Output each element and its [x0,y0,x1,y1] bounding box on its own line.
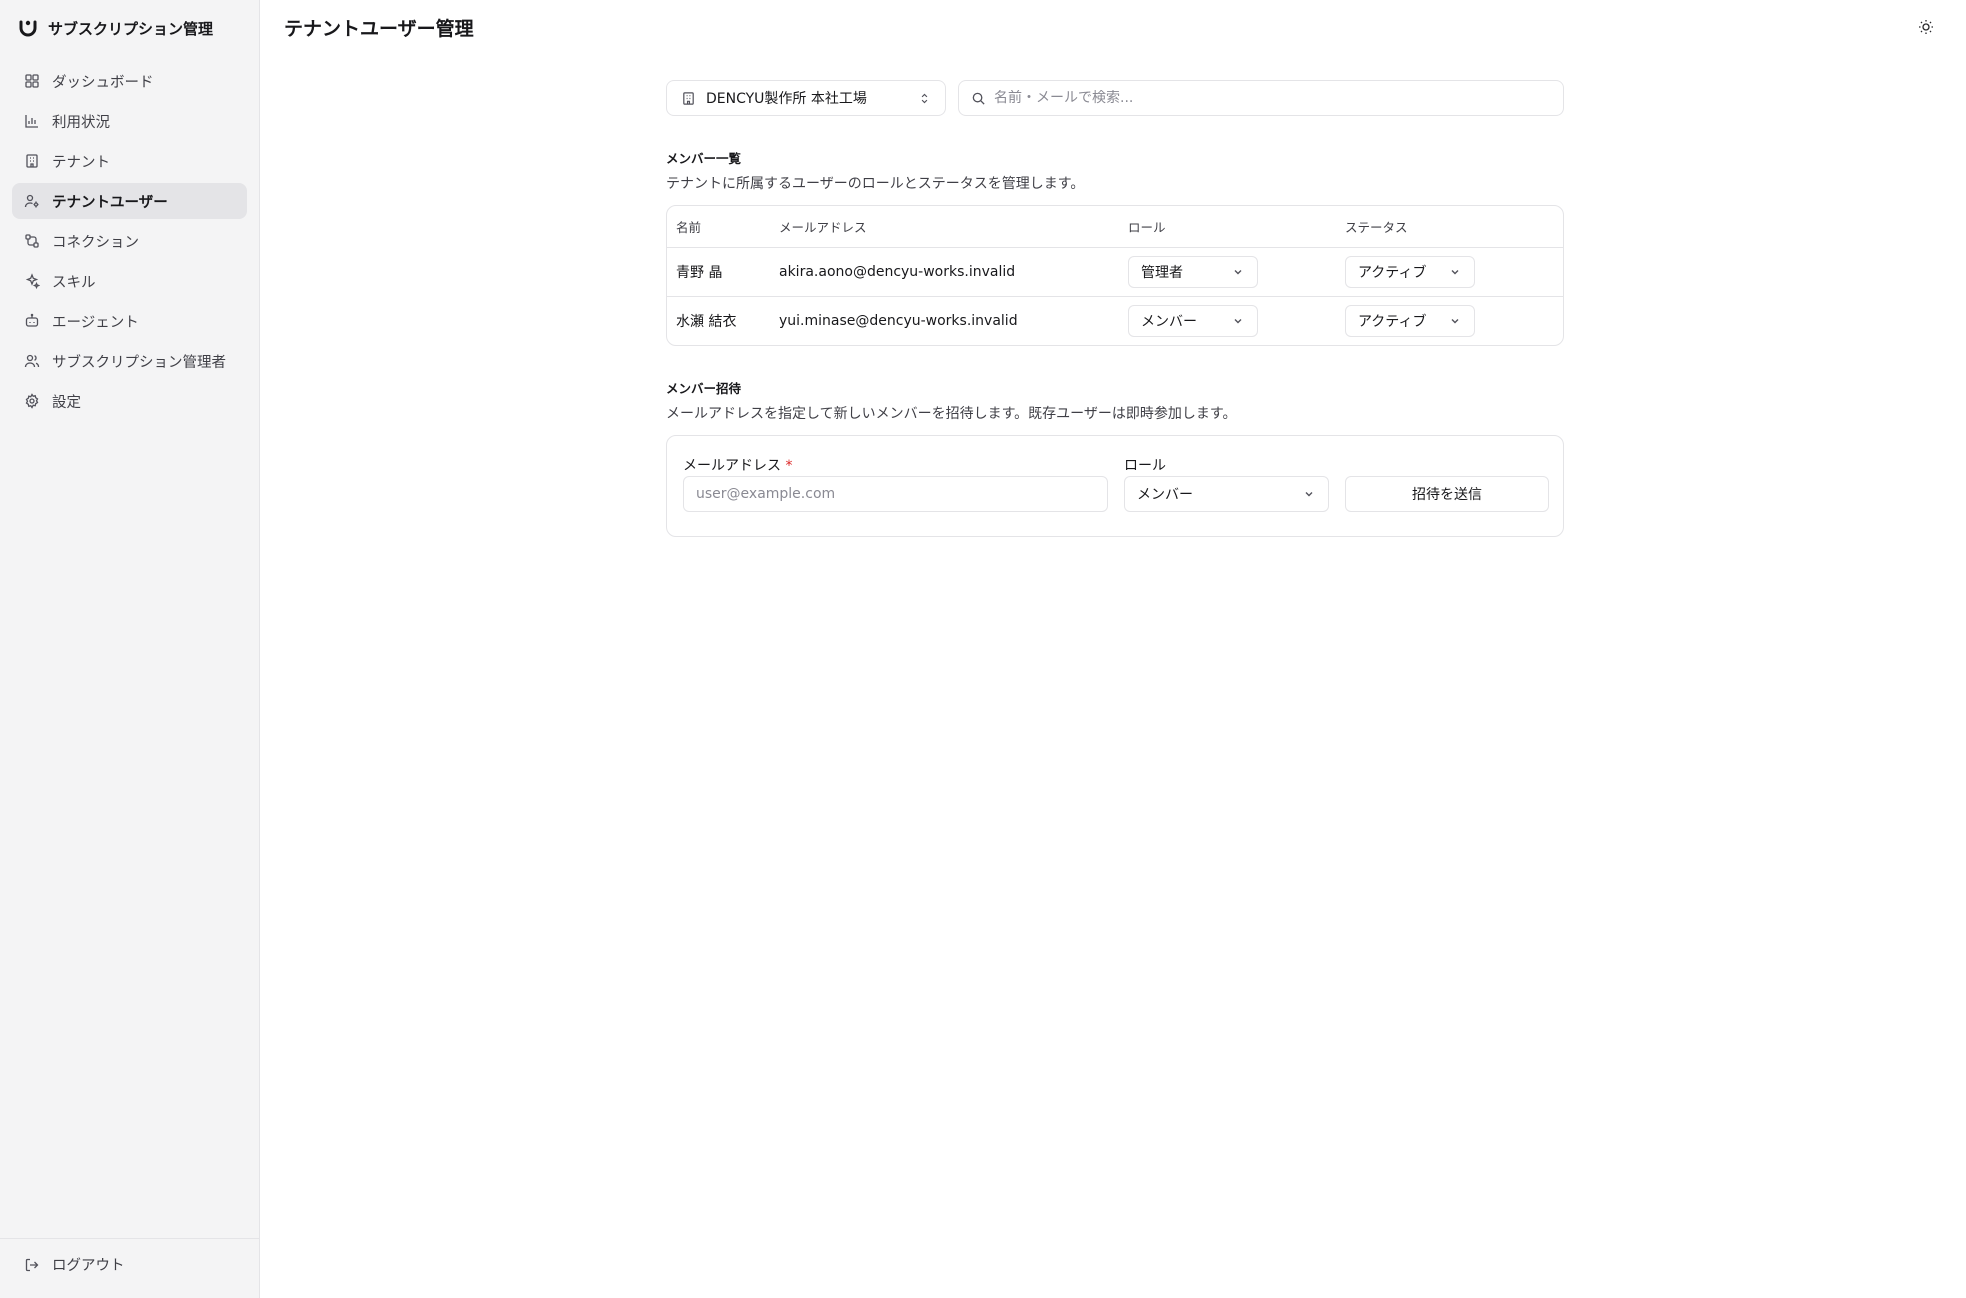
chevron-down-icon [1231,314,1245,328]
sidebar-item-tenant-users[interactable]: テナントユーザー [12,183,247,219]
status-select[interactable]: アクティブ [1345,305,1475,337]
app-title: サブスクリプション管理 [48,19,214,38]
column-header-role: ロール [1128,220,1166,235]
logout-button[interactable]: ログアウト [24,1254,125,1275]
users-icon [24,353,40,369]
members-title: メンバー一覧 [666,151,742,166]
sparkles-icon [24,273,40,289]
sidebar-item-settings[interactable]: 設定 [12,383,247,419]
role-select[interactable]: メンバー [1128,305,1258,337]
sidebar-item-label: エージェント [52,314,139,331]
email-label-text: メールアドレス [683,458,781,474]
search-input[interactable] [994,90,1551,106]
column-header-name: 名前 [676,220,702,235]
chevron-down-icon [1448,314,1462,328]
table-row: 水瀬 結衣 yui.minase@dencyu-works.invalid メン… [667,296,1563,345]
status-select-value: アクティブ [1358,265,1427,281]
table-header: 名前 メールアドレス ロール ステータス [667,206,1563,247]
building-icon [681,91,696,106]
app-logo-icon [18,18,38,38]
sidebar-item-connections[interactable]: コネクション [12,223,247,259]
sidebar-item-label: サブスクリプション管理者 [52,354,226,371]
bot-icon [24,313,40,329]
send-invite-button[interactable]: 招待を送信 [1345,476,1549,512]
main-content: DENCYU製作所 本社工場 メンバー一覧 テナントに所属するユーザーのロールと… [666,80,1564,537]
toolbar: DENCYU製作所 本社工場 [666,80,1564,116]
chevron-down-icon [1448,265,1462,279]
sidebar-item-label: コネクション [52,234,139,251]
logout-icon [24,1257,40,1273]
sidebar-item-tenant[interactable]: テナント [12,143,247,179]
column-header-status: ステータス [1345,220,1408,235]
member-email: yui.minase@dencyu-works.invalid [779,313,1018,329]
sidebar-item-subscription-admins[interactable]: サブスクリプション管理者 [12,343,247,379]
members-table: 名前 メールアドレス ロール ステータス 青野 晶 akira.aono@den… [666,205,1564,346]
logout-label: ログアウト [52,1258,125,1274]
member-name: 水瀬 結衣 [676,314,737,330]
invite-section: メンバー招待 メールアドレスを指定して新しいメンバーを招待します。既存ユーザーは… [666,378,1564,423]
invite-description: メールアドレスを指定して新しいメンバーを招待します。既存ユーザーは即時参加します… [666,406,1237,422]
sidebar-item-label: 利用状況 [52,114,110,131]
members-description: テナントに所属するユーザーのロールとステータスを管理します。 [666,176,1085,192]
role-field-label: ロール [1124,458,1166,474]
gear-icon [24,393,40,409]
members-section: メンバー一覧 テナントに所属するユーザーのロールとステータスを管理します。 [666,148,1564,193]
sidebar-item-label: テナントユーザー [52,194,168,211]
invite-title: メンバー招待 [666,381,742,396]
tenant-select[interactable]: DENCYU製作所 本社工場 [666,80,946,116]
member-email: akira.aono@dencyu-works.invalid [779,264,1016,280]
sidebar-item-label: ダッシュボード [52,74,154,91]
status-select[interactable]: アクティブ [1345,256,1475,288]
sidebar-nav: ダッシュボード 利用状況 テナント テナントユーザー コネクション スキル エー… [12,63,247,423]
bar-chart-icon [24,113,40,129]
invite-form: メールアドレス * ロール メンバー 招待を送信 [666,435,1564,537]
column-header-email: メールアドレス [779,220,867,235]
sidebar-item-usage[interactable]: 利用状況 [12,103,247,139]
building-icon [24,153,40,169]
sun-icon [1918,19,1934,35]
chevron-down-icon [1302,487,1316,501]
page-title: テナントユーザー管理 [284,18,474,40]
sidebar: サブスクリプション管理 ダッシュボード 利用状況 テナント テナントユーザー コ… [0,0,260,1298]
invite-role-value: メンバー [1137,487,1193,503]
search-icon [971,91,986,106]
required-mark: * [785,458,793,474]
role-select-value: メンバー [1141,314,1197,330]
role-select[interactable]: 管理者 [1128,256,1258,288]
sidebar-item-skills[interactable]: スキル [12,263,247,299]
cable-icon [24,233,40,249]
email-field[interactable] [683,476,1108,512]
search-box [958,80,1564,116]
member-name: 青野 晶 [676,265,723,281]
tenant-select-value: DENCYU製作所 本社工場 [706,91,867,107]
role-select-value: 管理者 [1141,265,1183,281]
theme-toggle-button[interactable] [1916,17,1936,37]
email-field-label: メールアドレス * [683,455,792,475]
user-cog-icon [24,193,40,209]
chevron-down-icon [1231,265,1245,279]
dashboard-icon [24,73,40,89]
sidebar-item-label: テナント [52,154,110,171]
brand[interactable]: サブスクリプション管理 [18,16,213,40]
chevrons-up-down-icon [918,92,931,105]
sidebar-item-agents[interactable]: エージェント [12,303,247,339]
sidebar-item-dashboard[interactable]: ダッシュボード [12,63,247,99]
table-row: 青野 晶 akira.aono@dencyu-works.invalid 管理者… [667,247,1563,296]
sidebar-footer: ログアウト [0,1238,259,1298]
sidebar-item-label: 設定 [52,394,81,411]
status-select-value: アクティブ [1358,314,1427,330]
invite-role-select[interactable]: メンバー [1124,476,1329,512]
sidebar-item-label: スキル [52,274,96,291]
